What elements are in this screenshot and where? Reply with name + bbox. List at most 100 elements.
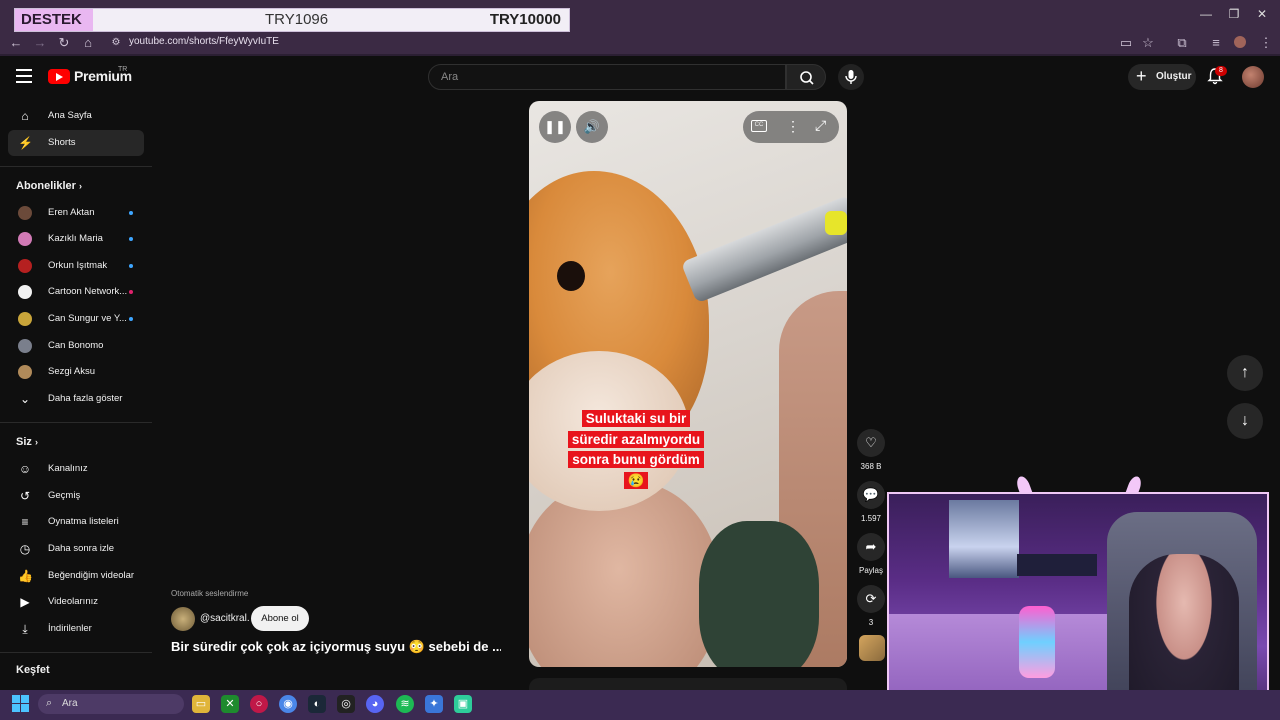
url-text[interactable]: youtube.com/shorts/FfeyWyvIuTE	[129, 36, 279, 47]
sidebar-item-home[interactable]: ⌂ Ana Sayfa	[8, 103, 144, 129]
media-control-icon[interactable]: ≡	[1208, 35, 1224, 51]
maximize-icon[interactable]: ❐	[1224, 6, 1244, 22]
you-heading[interactable]: Siz ›	[16, 436, 38, 448]
sidebar-item-subscription[interactable]: Can Bonomo	[8, 333, 144, 359]
sidebar-item-subscription[interactable]: Orkun Işıtmak	[8, 253, 144, 279]
extensions-icon[interactable]: ⧉	[1174, 35, 1190, 51]
sidebar-item-show-more[interactable]: ⌄ Daha fazla göster	[8, 386, 144, 412]
pause-button[interactable]: ❚❚	[539, 111, 571, 143]
account-avatar[interactable]	[1242, 66, 1264, 88]
file-explorer-icon[interactable]: ▭	[192, 695, 210, 713]
minimize-icon[interactable]: —	[1196, 6, 1216, 22]
search-box	[428, 64, 786, 90]
volume-button[interactable]: 🔊	[576, 111, 608, 143]
fullscreen-icon[interactable]: ⤢	[815, 117, 826, 134]
donation-goal: TRY10000	[489, 11, 561, 28]
webcam-tv-image	[949, 500, 1019, 578]
explore-heading: Keşfet	[16, 664, 50, 676]
reload-icon[interactable]: ↻	[56, 35, 72, 51]
comments-button[interactable]: 💬	[857, 481, 885, 509]
subscribe-button[interactable]: Abone ol	[251, 606, 309, 631]
subscriptions-heading[interactable]: Abonelikler ›	[16, 180, 82, 192]
channel-name: Kazıklı Maria	[48, 233, 103, 244]
previous-video-button[interactable]: ↑	[1227, 355, 1263, 391]
app-icon[interactable]: ✦	[425, 695, 443, 713]
remix-button[interactable]: ⟳	[857, 585, 885, 613]
heart-icon: ♡	[865, 435, 877, 450]
sidebar-item-subscription[interactable]: Cartoon Network...	[8, 279, 144, 305]
forward-icon[interactable]: →	[32, 35, 48, 51]
channel-avatar	[18, 312, 32, 326]
sound-thumbnail[interactable]	[859, 635, 885, 661]
share-label: Paylaş	[858, 566, 883, 575]
video-title[interactable]: Bir süredir çok çok az içiyormuş suyu 😳 …	[171, 639, 501, 655]
steam-icon[interactable]: ◐	[308, 695, 326, 713]
discord-icon[interactable]: ◕	[366, 695, 384, 713]
channel-avatar	[18, 365, 32, 379]
obs-icon[interactable]: ◎	[337, 695, 355, 713]
browser-menu-icon[interactable]: ⋮	[1258, 35, 1274, 51]
shorts-video-player[interactable]	[529, 101, 847, 667]
app-icon[interactable]: ▣	[454, 695, 472, 713]
opera-icon[interactable]: ○	[250, 695, 268, 713]
taskbar-search-box[interactable]	[38, 694, 184, 714]
sidebar: ⌂ Ana Sayfa ⚡ Shorts Abonelikler › Eren …	[0, 98, 152, 690]
xbox-icon[interactable]: ✕	[221, 695, 239, 713]
taskbar-search-placeholder: Ara	[62, 698, 78, 709]
thumbs-up-icon: 👍	[18, 569, 33, 583]
sidebar-item-label: Videolarınız	[48, 596, 98, 607]
search-button[interactable]	[786, 64, 826, 90]
hamburger-menu-icon[interactable]	[16, 69, 32, 83]
more-options-icon[interactable]: ⋮	[786, 118, 800, 135]
home-icon[interactable]: ⌂	[80, 35, 96, 51]
stream-donation-overlay: DESTEK <3 TRY1096 TRY10000	[14, 8, 570, 50]
sidebar-item-your-videos[interactable]: ▶ Videolarınız	[8, 589, 144, 615]
spotify-icon[interactable]: ≋	[396, 695, 414, 713]
caption-line: sonra bunu gördüm	[568, 451, 704, 468]
channel-name: Sezgi Aksu	[48, 366, 95, 377]
like-button[interactable]: ♡	[857, 429, 885, 457]
sidebar-item-liked[interactable]: 👍 Beğendiğim videolar	[8, 563, 144, 589]
channel-avatar	[18, 232, 32, 246]
sidebar-item-subscription[interactable]: Eren Aktan	[8, 200, 144, 226]
search-input[interactable]	[441, 65, 761, 89]
sidebar-item-history[interactable]: ↺ Geçmiş	[8, 483, 144, 509]
channel-name[interactable]: @sacitkral.	[200, 613, 250, 624]
channel-avatar[interactable]	[171, 607, 195, 631]
sidebar-item-subscription[interactable]: Sezgi Aksu	[8, 359, 144, 385]
like-count: 368 B	[860, 462, 882, 471]
sidebar-item-channel[interactable]: ☺ Kanalınız	[8, 456, 144, 482]
captions-icon[interactable]: CC	[751, 120, 767, 132]
water-bottle-image	[680, 195, 847, 304]
channel-name: Orkun Işıtmak	[48, 260, 108, 271]
sidebar-item-subscription[interactable]: Can Sungur ve Y...	[8, 306, 144, 332]
chrome-icon[interactable]: ◉	[279, 695, 297, 713]
back-icon[interactable]: ←	[8, 35, 24, 51]
channel-name: Cartoon Network...	[48, 286, 128, 297]
next-video-preview	[529, 678, 847, 690]
close-icon[interactable]: ✕	[1252, 6, 1272, 22]
live-indicator-icon	[129, 290, 133, 294]
divider	[0, 652, 152, 653]
youtube-logo-icon[interactable]	[48, 69, 70, 84]
sidebar-item-downloads[interactable]: ⤓ İndirilenler	[8, 616, 144, 642]
windows-start-icon[interactable]	[12, 695, 30, 713]
sidebar-item-label: Ana Sayfa	[48, 110, 92, 121]
bookmark-star-icon[interactable]: ☆	[1140, 35, 1156, 51]
hand-image	[529, 481, 719, 667]
volume-icon: 🔊	[583, 119, 601, 134]
next-video-button[interactable]: ↓	[1227, 403, 1263, 439]
sidebar-item-playlists[interactable]: ≡ Oynatma listeleri	[8, 509, 144, 535]
channel-name: Can Sungur ve Y...	[48, 313, 127, 324]
cast-icon[interactable]: ▭	[1118, 35, 1134, 51]
new-content-dot	[129, 317, 133, 321]
sidebar-item-shorts[interactable]: ⚡ Shorts	[8, 130, 144, 156]
sidebar-item-watch-later[interactable]: ◷ Daha sonra izle	[8, 536, 144, 562]
bottle-tip-image	[825, 211, 847, 235]
profile-avatar[interactable]	[1234, 36, 1246, 48]
sidebar-item-subscription[interactable]: Kazıklı Maria	[8, 226, 144, 252]
share-button[interactable]: ➦	[857, 533, 885, 561]
voice-search-button[interactable]	[838, 64, 864, 90]
webcam-rgb-light-image	[1019, 606, 1055, 678]
site-info-icon[interactable]: ⚙	[108, 35, 124, 51]
